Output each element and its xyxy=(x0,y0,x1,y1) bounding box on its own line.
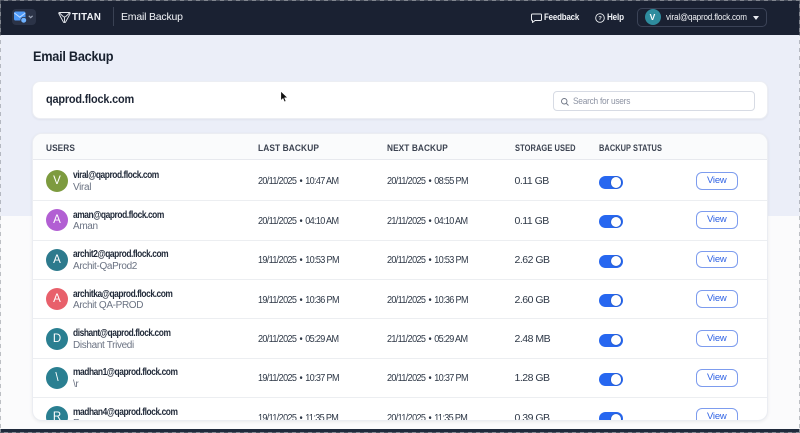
svg-text:?: ? xyxy=(598,16,602,22)
